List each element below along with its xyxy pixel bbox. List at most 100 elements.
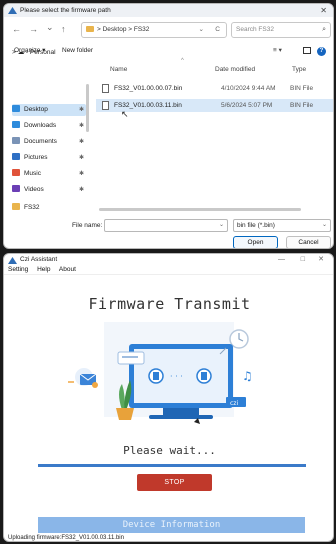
sidebar-item-label: Pictures (24, 154, 48, 161)
up-arrow-icon[interactable]: ↑ (61, 24, 66, 34)
file-glyph (201, 372, 207, 380)
sidebar-item-music[interactable]: Music ✱ (12, 168, 86, 180)
forward-arrow-icon[interactable]: → (29, 24, 38, 34)
sidebar-item-downloads[interactable]: Downloads ✱ (12, 120, 86, 132)
close-icon[interactable]: ✕ (320, 4, 327, 17)
file-type-select[interactable]: bin file (*.bin) ⌄ (233, 219, 331, 232)
file-date: 4/10/2024 9:44 AM (221, 85, 276, 92)
close-icon[interactable]: ✕ (318, 254, 324, 266)
file-date: 5/6/2024 5:07 PM (221, 102, 273, 109)
navigation-pane: > ☁ - Personal Desktop ✱ Downloads ✱ Documen… (4, 49, 90, 214)
path-box[interactable]: > Desktop > FS32 ⌄ C (81, 22, 227, 38)
plant-pot (116, 408, 134, 420)
recent-locations-icon[interactable]: ⌄ (46, 22, 54, 33)
file-icon (102, 84, 109, 93)
file-row[interactable]: FS32_V01.00.00.07.bin 4/10/2024 9:44 AM BI… (96, 82, 333, 95)
menu-setting[interactable]: Setting (8, 266, 28, 273)
app-logo-icon (8, 257, 17, 264)
desktop-icon (12, 105, 20, 112)
pin-icon[interactable]: ✱ (79, 136, 84, 148)
chip-card-label: czi (230, 400, 238, 407)
status-message: Please wait... (123, 444, 216, 457)
sidebar-item-personal[interactable]: > ☁ - Personal (12, 47, 86, 59)
column-name[interactable]: Name (110, 66, 127, 73)
open-button[interactable]: Open (233, 236, 278, 248)
file-name-label: File name: (72, 222, 103, 229)
search-placeholder: Search FS32 (236, 26, 274, 33)
progress-fill (38, 464, 306, 467)
search-icon: ⌕ (322, 26, 326, 33)
menu-about[interactable]: About (59, 266, 76, 273)
dialog-titlebar: Please select the firmware path ✕ (4, 4, 333, 17)
address-bar: ← → ⌄ ↑ > Desktop > FS32 ⌄ C Search FS32… (4, 17, 333, 43)
help-icon[interactable]: ? (317, 47, 326, 56)
preview-pane-icon[interactable] (303, 47, 311, 54)
videos-icon (12, 185, 20, 192)
czi-assistant-window: Czi Assistant — □ ✕ Setting Help About F… (3, 253, 334, 542)
monitor-stand (163, 408, 199, 415)
file-row[interactable]: FS32_V01.00.03.11.bin 5/6/2024 5:07 PM BIN… (96, 99, 333, 112)
app-title: Czi Assistant (20, 256, 58, 263)
app-logo-icon (8, 7, 17, 14)
cancel-button[interactable]: Cancel (286, 236, 331, 248)
maximize-icon[interactable]: □ (301, 254, 305, 266)
pin-icon[interactable]: ✱ (79, 152, 84, 164)
sidebar-item-label: Music (24, 170, 41, 177)
music-note-icon: ♫ (242, 369, 253, 383)
sidebar-item-videos[interactable]: Videos ✱ (12, 184, 86, 196)
device-information-button[interactable]: Device Information (38, 517, 305, 533)
sort-caret-icon: ^ (181, 58, 184, 64)
file-icon (102, 101, 109, 110)
folder-icon (86, 26, 94, 32)
app-titlebar: Czi Assistant — □ ✕ (4, 254, 333, 265)
dialog-title: Please select the firmware path (20, 7, 111, 14)
chevron-down-icon[interactable]: ⌄ (219, 221, 224, 228)
folder-icon (12, 203, 20, 210)
view-options-icon[interactable]: ≡ ▾ (273, 43, 282, 59)
minimize-icon[interactable]: — (278, 254, 285, 266)
sidebar-item-label: Videos (24, 186, 44, 193)
status-bar-text: Uploading firmware:FS32_V01.00.03.11.bin (8, 535, 124, 541)
pin-icon[interactable]: ✱ (79, 168, 84, 180)
file-type: BIN File (290, 85, 314, 92)
sidebar-item-documents[interactable]: Documents ✱ (12, 136, 86, 148)
onedrive-icon: > ☁ - Personal (12, 49, 56, 56)
sidebar-item-pictures[interactable]: Pictures ✱ (12, 152, 86, 164)
pin-icon[interactable]: ✱ (79, 120, 84, 132)
file-glyph (153, 372, 159, 380)
sidebar-item-label: Documents (24, 138, 57, 145)
file-name: FS32_V01.00.00.07.bin (114, 85, 183, 92)
back-arrow-icon[interactable]: ← (12, 24, 21, 34)
sidebar-item-label: FS32 (24, 204, 40, 211)
sidebar-item-label: Desktop (24, 106, 48, 113)
page-title: Firmware Transmit (88, 295, 251, 313)
sidebar-item-label: Downloads (24, 122, 57, 129)
pin-icon[interactable]: ✱ (79, 184, 84, 196)
transfer-dots: · · · (170, 372, 183, 381)
search-input[interactable]: Search FS32 ⌕ (231, 22, 331, 38)
chevron-down-icon[interactable]: ⌄ (199, 23, 204, 37)
file-name-input[interactable]: ⌄ (104, 219, 228, 232)
menu-help[interactable]: Help (37, 266, 50, 273)
stop-button[interactable]: STOP (137, 474, 212, 491)
chevron-down-icon[interactable]: ⌄ (322, 220, 327, 231)
notification-dot (92, 382, 98, 388)
progress-bar (38, 464, 306, 467)
scrollbar[interactable] (86, 84, 89, 132)
horizontal-scrollbar[interactable] (99, 208, 301, 211)
column-type[interactable]: Type (292, 66, 306, 73)
monitor-base (149, 415, 213, 419)
sidebar-item-fs32[interactable]: FS32 (12, 202, 86, 214)
menu-bar: Setting Help About (4, 265, 333, 275)
breadcrumb: > Desktop > FS32 (97, 26, 150, 33)
download-icon (12, 121, 20, 128)
column-date-modified[interactable]: Date modified (215, 66, 255, 73)
documents-icon (12, 137, 20, 144)
pin-icon[interactable]: ✱ (79, 104, 84, 116)
pictures-icon (12, 153, 20, 160)
file-type-value: bin file (*.bin) (237, 222, 275, 229)
refresh-icon[interactable]: C (215, 23, 220, 37)
file-dialog: Please select the firmware path ✕ ← → ⌄ … (3, 3, 334, 249)
file-type: BIN File (290, 102, 314, 109)
sidebar-item-desktop[interactable]: Desktop ✱ (12, 104, 86, 116)
